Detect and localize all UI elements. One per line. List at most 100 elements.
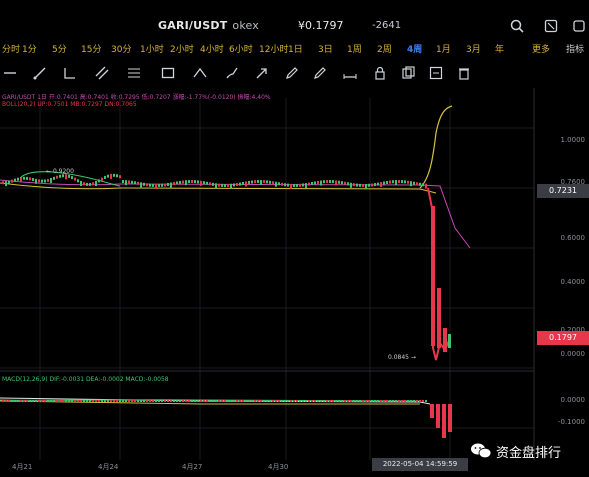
interval-7[interactable]: 6小时 bbox=[229, 40, 253, 60]
macd-bar bbox=[272, 400, 274, 402]
candle bbox=[56, 175, 58, 179]
interval-12[interactable]: 2周 bbox=[377, 40, 392, 60]
candle bbox=[296, 183, 298, 187]
interval-16[interactable]: 年 bbox=[495, 40, 504, 60]
brush-tool-icon[interactable] bbox=[224, 65, 240, 81]
line-tool-icon[interactable] bbox=[2, 65, 18, 81]
macd-bar bbox=[125, 400, 127, 402]
visibility-tool-icon[interactable] bbox=[428, 65, 444, 81]
arrow-tool-icon[interactable] bbox=[254, 65, 270, 81]
candle bbox=[149, 183, 151, 187]
copy-tool-icon[interactable] bbox=[400, 65, 416, 81]
channel-tool-icon[interactable] bbox=[192, 65, 208, 81]
macd-bar bbox=[116, 400, 118, 402]
fullscreen-icon[interactable] bbox=[542, 17, 560, 35]
macd-bar bbox=[344, 400, 346, 402]
candle bbox=[374, 183, 376, 187]
macd-bar bbox=[302, 400, 304, 402]
candle bbox=[167, 183, 169, 187]
macd-bar bbox=[26, 400, 28, 402]
interval-1[interactable]: 5分 bbox=[52, 40, 67, 60]
candle bbox=[77, 179, 79, 183]
candle bbox=[245, 181, 247, 187]
candle bbox=[89, 182, 91, 186]
candle bbox=[275, 181, 277, 187]
indicator-button[interactable]: 指标 bbox=[566, 40, 584, 60]
candle bbox=[194, 180, 196, 184]
crash-candle bbox=[448, 334, 451, 348]
interval-3[interactable]: 30分 bbox=[111, 40, 131, 60]
crosshair-price-tag: 0.7231 bbox=[537, 184, 589, 198]
interval-4[interactable]: 1小时 bbox=[140, 40, 164, 60]
parallel-tool-icon[interactable] bbox=[94, 65, 110, 81]
macd-bar bbox=[353, 400, 355, 402]
chart-panel[interactable]: GARI/USDT 1日 开:0.7401 高:0.7401 收:0.7295 … bbox=[0, 88, 589, 460]
macd-bar bbox=[380, 400, 382, 402]
candle bbox=[131, 180, 133, 184]
macd-bar bbox=[242, 400, 244, 402]
candle bbox=[365, 183, 367, 189]
interval-2[interactable]: 15分 bbox=[81, 40, 101, 60]
candle bbox=[158, 183, 160, 187]
ray-tool-icon[interactable] bbox=[32, 65, 48, 81]
ohlc-legend: GARI/USDT 1日 开:0.7401 高:0.7401 收:0.7295 … bbox=[2, 94, 271, 101]
lock-tool-icon[interactable] bbox=[372, 65, 388, 81]
macd-bar bbox=[23, 400, 25, 402]
interval-13[interactable]: 4周 bbox=[407, 40, 422, 60]
pair-selector[interactable]: GARI/USDT okex bbox=[158, 14, 259, 38]
macd-bar bbox=[386, 400, 388, 402]
candle bbox=[236, 183, 238, 187]
interval-5[interactable]: 2小时 bbox=[170, 40, 194, 60]
interval-timeshare[interactable]: 分时 bbox=[2, 40, 20, 60]
candle bbox=[92, 182, 94, 186]
macd-bar bbox=[359, 400, 361, 402]
interval-11[interactable]: 1周 bbox=[347, 40, 362, 60]
candle bbox=[269, 180, 271, 184]
interval-10[interactable]: 3日 bbox=[318, 40, 333, 60]
macd-bar bbox=[53, 400, 55, 402]
interval-9[interactable]: 1日 bbox=[288, 40, 303, 60]
fib-tool-icon[interactable] bbox=[126, 65, 142, 81]
interval-14[interactable]: 1月 bbox=[436, 40, 451, 60]
candle bbox=[362, 183, 364, 187]
measure-tool-icon[interactable] bbox=[342, 65, 358, 81]
trendline-tool-icon[interactable] bbox=[62, 65, 78, 81]
macd-bar bbox=[140, 400, 142, 402]
macd-bar bbox=[56, 400, 58, 402]
macd-bar bbox=[323, 400, 325, 402]
macd-bar bbox=[416, 400, 418, 402]
interval-6[interactable]: 4小时 bbox=[200, 40, 224, 60]
macd-bar bbox=[233, 400, 235, 402]
macd-bar bbox=[95, 400, 97, 402]
macd-bar bbox=[203, 400, 205, 402]
interval-more[interactable]: 更多 bbox=[532, 40, 550, 60]
macd-bar bbox=[38, 400, 40, 402]
macd-histogram bbox=[2, 400, 452, 438]
candle bbox=[128, 180, 130, 184]
interval-0[interactable]: 1分 bbox=[22, 40, 37, 60]
interval-15[interactable]: 3月 bbox=[466, 40, 481, 60]
search-icon[interactable] bbox=[508, 17, 526, 35]
settings-icon[interactable] bbox=[570, 17, 588, 35]
macd-bar bbox=[368, 400, 370, 402]
candle bbox=[332, 180, 334, 184]
candle bbox=[398, 180, 400, 184]
pair-name: GARI/USDT bbox=[158, 19, 228, 32]
candle bbox=[17, 177, 19, 181]
macd-axis-label: 0.0000 bbox=[560, 396, 586, 404]
candle bbox=[302, 183, 304, 187]
interval-8[interactable]: 12小时 bbox=[259, 40, 288, 60]
candle bbox=[392, 180, 394, 184]
price-chart-svg[interactable] bbox=[0, 88, 589, 460]
macd-bar bbox=[137, 400, 139, 402]
pencil-tool-icon[interactable] bbox=[284, 65, 300, 81]
macd-bar bbox=[251, 400, 253, 402]
trading-chart-app: GARI/USDT okex ¥0.1797 -2641 分时 1分 5分 15分 30… bbox=[0, 0, 589, 477]
trash-icon[interactable] bbox=[456, 65, 472, 81]
macd-bar bbox=[14, 400, 16, 402]
eraser-tool-icon[interactable] bbox=[312, 65, 328, 81]
price-axis-label: 0.6000 bbox=[560, 234, 586, 242]
macd-bar bbox=[392, 400, 394, 402]
macd-bar bbox=[44, 400, 46, 402]
rectangle-tool-icon[interactable] bbox=[160, 65, 176, 81]
